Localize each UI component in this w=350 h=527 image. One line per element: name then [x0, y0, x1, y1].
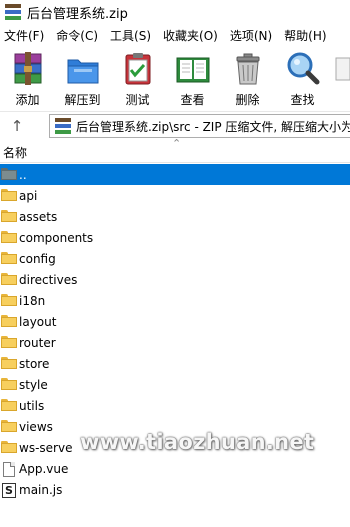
- menu-tools[interactable]: 工具(S): [106, 27, 156, 44]
- list-item[interactable]: config: [0, 248, 350, 269]
- list-item-label: utils: [19, 398, 45, 413]
- add-button[interactable]: 添加: [0, 46, 55, 108]
- add-archive-icon: [9, 50, 47, 88]
- folder-icon: [1, 230, 17, 245]
- menu-help[interactable]: 帮助(H): [280, 27, 331, 44]
- watermark: www.tiaozhuan.net: [80, 430, 315, 454]
- list-item-parent[interactable]: ..: [0, 164, 350, 185]
- folder-icon: [1, 272, 17, 287]
- list-item-label: router: [19, 335, 56, 350]
- list-item-label: App.vue: [19, 461, 69, 476]
- list-item-label: i18n: [19, 293, 46, 308]
- folder-icon: [1, 314, 17, 329]
- extract-to-label: 解压到: [64, 93, 101, 107]
- list-item-label: ws-serve: [19, 440, 73, 455]
- list-item[interactable]: style: [0, 374, 350, 395]
- parent-folder-icon: [1, 167, 17, 182]
- folder-icon: [1, 377, 17, 392]
- toolbar: 添加 解压到 测试 查看 删除 查找: [0, 46, 350, 110]
- window-title: 后台管理系统.zip: [27, 6, 128, 22]
- js-file-icon: S: [1, 482, 17, 498]
- archive-icon: [55, 118, 71, 134]
- menu-bar: 文件(F) 命令(C) 工具(S) 收藏夹(O) 选项(N) 帮助(H): [0, 24, 350, 46]
- list-item[interactable]: directives: [0, 269, 350, 290]
- folder-icon: [1, 440, 17, 455]
- list-item[interactable]: api: [0, 185, 350, 206]
- menu-options[interactable]: 选项(N): [226, 27, 277, 44]
- partial-tool-icon: [330, 50, 350, 88]
- extract-to-icon: [64, 50, 102, 88]
- list-item[interactable]: layout: [0, 311, 350, 332]
- menu-favorites[interactable]: 收藏夹(O): [159, 27, 223, 44]
- list-item-label: components: [19, 230, 94, 245]
- folder-icon: [1, 293, 17, 308]
- view-button[interactable]: 查看: [165, 46, 220, 108]
- add-label: 添加: [15, 93, 40, 107]
- list-item[interactable]: App.vue: [0, 458, 350, 479]
- file-icon: [1, 461, 17, 477]
- up-arrow-icon[interactable]: ↑: [0, 112, 34, 140]
- test-label: 测试: [125, 93, 150, 107]
- menu-commands[interactable]: 命令(C): [52, 27, 103, 44]
- extract-to-button[interactable]: 解压到: [55, 46, 110, 108]
- folder-icon: [1, 188, 17, 203]
- list-item-label: store: [19, 356, 50, 371]
- address-bar: ↑ 后台管理系统.zip\src - ZIP 压缩文件, 解压缩大小为: [0, 111, 350, 140]
- find-button[interactable]: 查找: [275, 46, 330, 108]
- list-item-label: layout: [19, 314, 57, 329]
- path-field[interactable]: 后台管理系统.zip\src - ZIP 压缩文件, 解压缩大小为: [49, 114, 350, 138]
- test-button[interactable]: 测试: [110, 46, 165, 108]
- folder-icon: [1, 251, 17, 266]
- sort-ascending-icon: ⌃: [172, 137, 182, 150]
- list-item[interactable]: components: [0, 227, 350, 248]
- list-item-label: directives: [19, 272, 78, 287]
- menu-file[interactable]: 文件(F): [0, 27, 49, 44]
- list-item[interactable]: router: [0, 332, 350, 353]
- find-label: 查找: [290, 93, 315, 107]
- folder-icon: [1, 398, 17, 413]
- list-item[interactable]: S main.js: [0, 479, 350, 500]
- delete-label: 删除: [235, 93, 260, 107]
- title-bar: 后台管理系统.zip: [0, 0, 350, 24]
- list-item-label: ..: [19, 167, 27, 182]
- folder-icon: [1, 335, 17, 350]
- delete-button[interactable]: 删除: [220, 46, 275, 108]
- column-header: ⌃ 名称: [0, 137, 350, 163]
- list-item-label: main.js: [19, 482, 63, 497]
- test-icon: [119, 50, 157, 88]
- winrar-app-icon: [5, 4, 21, 20]
- list-item-label: views: [19, 419, 53, 434]
- folder-icon: [1, 356, 17, 371]
- view-book-icon: [174, 50, 212, 88]
- column-name-header[interactable]: 名称: [3, 144, 27, 161]
- list-item[interactable]: i18n: [0, 290, 350, 311]
- list-item-label: assets: [19, 209, 58, 224]
- list-item[interactable]: store: [0, 353, 350, 374]
- more-tools-overflow[interactable]: [330, 46, 350, 108]
- magnifier-icon: [284, 50, 322, 88]
- list-item-label: config: [19, 251, 56, 266]
- view-label: 查看: [180, 93, 205, 107]
- trash-icon: [229, 50, 267, 88]
- list-item-label: style: [19, 377, 48, 392]
- list-item-label: api: [19, 188, 38, 203]
- folder-icon: [1, 209, 17, 224]
- list-item[interactable]: utils: [0, 395, 350, 416]
- path-text: 后台管理系统.zip\src - ZIP 压缩文件, 解压缩大小为: [76, 119, 350, 134]
- folder-icon: [1, 419, 17, 434]
- list-item[interactable]: assets: [0, 206, 350, 227]
